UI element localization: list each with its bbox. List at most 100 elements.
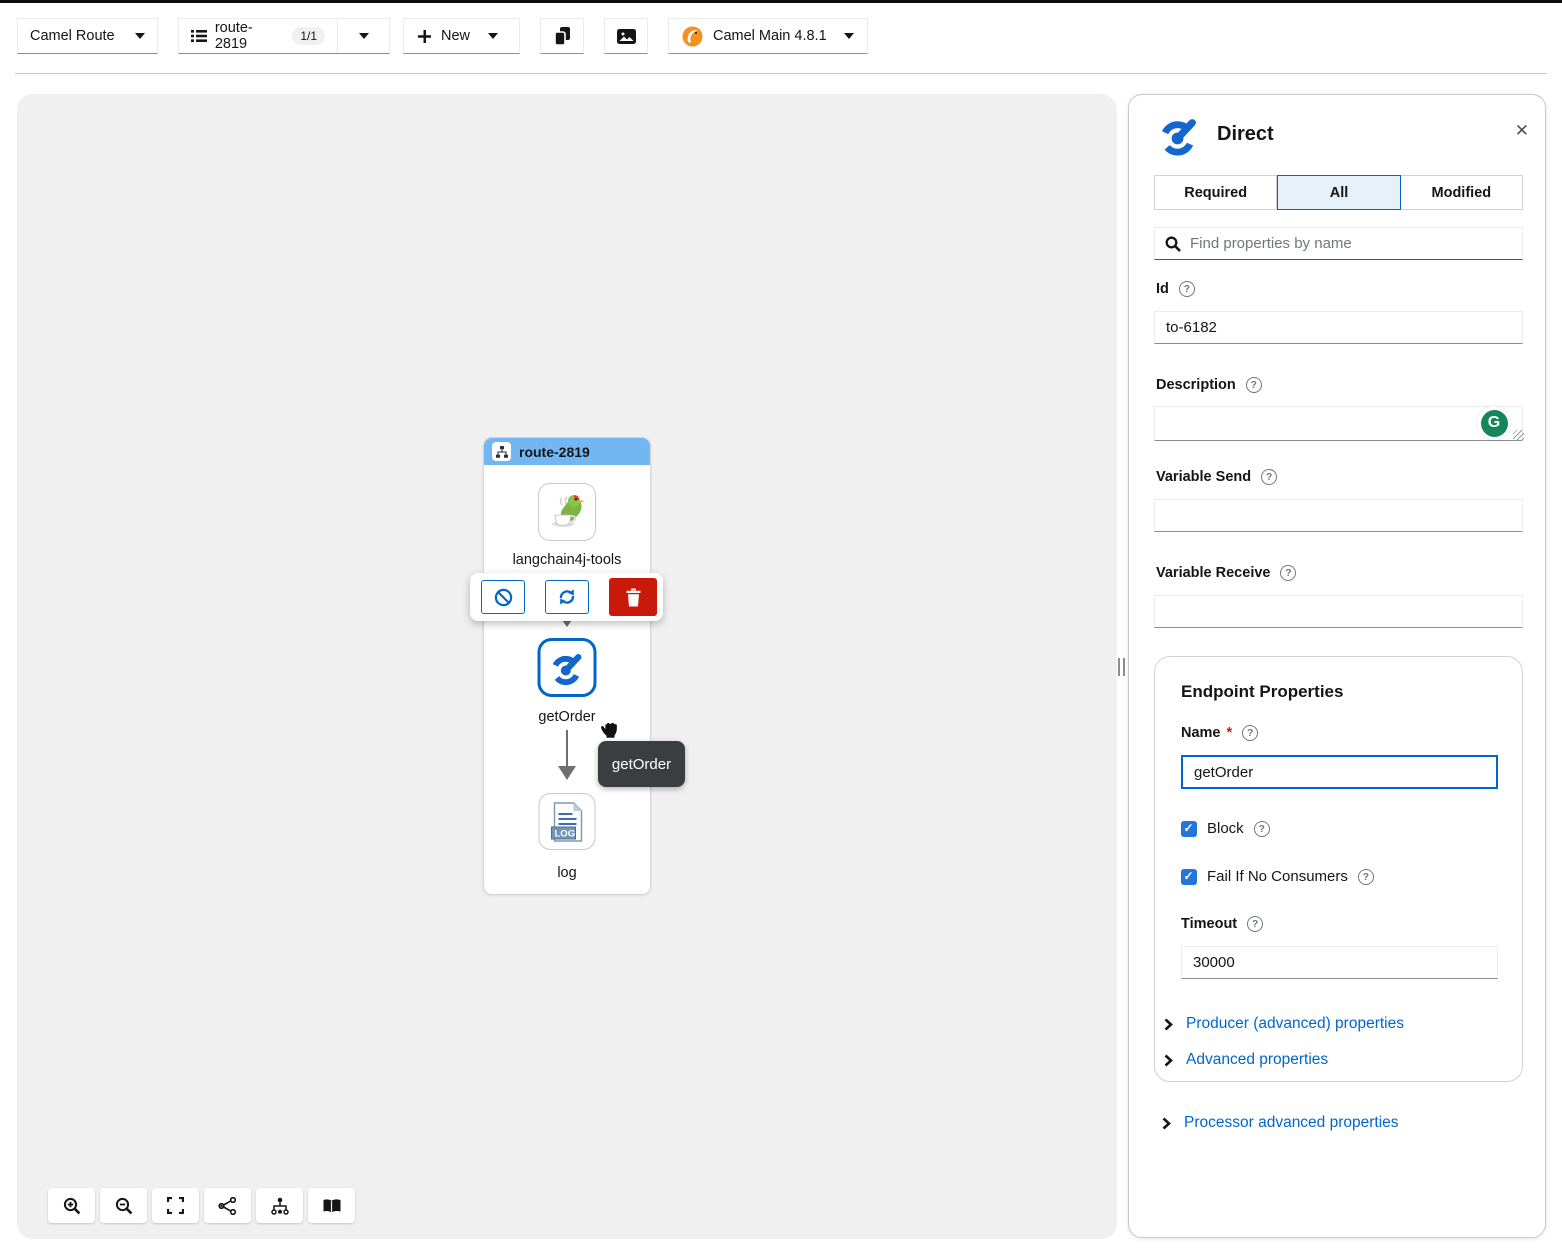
new-route-button[interactable]: New <box>403 18 520 54</box>
route-switcher-caret[interactable] <box>337 19 389 53</box>
log-icon-text: LOG <box>554 828 575 839</box>
route-canvas[interactable]: route-2819 langchain4j-tools <box>17 94 1117 1239</box>
variable-receive-label: Variable Receive ? <box>1156 565 1296 581</box>
zoom-out-button[interactable] <box>100 1188 147 1223</box>
help-icon[interactable]: ? <box>1247 916 1263 932</box>
id-input[interactable] <box>1154 311 1523 344</box>
route-group-title: route-2819 <box>519 444 590 460</box>
replace-step-button[interactable] <box>545 580 589 614</box>
node-log[interactable]: LOG <box>539 793 596 850</box>
sync-icon <box>557 588 577 606</box>
fit-to-screen-button[interactable] <box>152 1188 199 1223</box>
sitemap-icon <box>271 1197 289 1215</box>
node-getorder-label: getOrder <box>538 709 595 725</box>
node-langchain4j-tools-label: langchain4j-tools <box>513 552 622 568</box>
property-search[interactable] <box>1154 227 1523 260</box>
canvas-controls <box>48 1188 355 1223</box>
processor-advanced-link[interactable]: Processor advanced properties <box>1161 1114 1399 1132</box>
vertical-layout-button[interactable] <box>256 1188 303 1223</box>
panel-resize-handle[interactable] <box>1118 658 1127 676</box>
endpoint-properties-card: Endpoint Properties Name * ? Block ? Fai… <box>1154 656 1523 1082</box>
direct-endpoint-icon <box>1156 112 1203 159</box>
tab-modified[interactable]: Modified <box>1401 175 1523 210</box>
required-marker: * <box>1227 725 1233 741</box>
fail-if-no-consumers-checkbox[interactable] <box>1181 869 1197 885</box>
node-log-label: log <box>557 865 576 881</box>
node-getorder-direct[interactable] <box>538 638 597 697</box>
edge-line <box>566 730 568 766</box>
help-icon[interactable]: ? <box>1246 377 1262 393</box>
export-image-button[interactable] <box>604 18 648 54</box>
catalog-button[interactable] <box>308 1188 355 1223</box>
chevron-right-icon <box>1161 1117 1171 1130</box>
copy-icon <box>553 26 572 46</box>
main-toolbar: Camel Route route-2819 1/1 <box>0 3 1562 76</box>
fail-if-no-consumers-label: Fail If No Consumers <box>1207 868 1348 885</box>
tab-all[interactable]: All <box>1277 175 1400 210</box>
properties-panel: Direct ✕ Required All Modified Id ? Desc… <box>1128 94 1546 1238</box>
zoom-out-icon <box>115 1197 133 1215</box>
panel-title: Direct <box>1217 123 1274 146</box>
list-icon <box>191 29 207 43</box>
route-group-node[interactable]: route-2819 langchain4j-tools <box>483 437 651 895</box>
help-icon[interactable]: ? <box>1261 469 1277 485</box>
open-book-icon <box>322 1198 342 1214</box>
description-field-label: Description ? <box>1156 377 1262 393</box>
route-switcher-main[interactable]: route-2819 1/1 <box>179 20 337 52</box>
chevron-right-icon <box>1163 1018 1173 1031</box>
name-field-label: Name * ? <box>1181 725 1258 741</box>
plus-icon <box>418 30 431 43</box>
help-icon[interactable]: ? <box>1280 565 1296 581</box>
advanced-properties-link[interactable]: Advanced properties <box>1163 1051 1328 1069</box>
route-switcher-label: route-2819 <box>215 20 284 52</box>
share-nodes-icon <box>218 1197 237 1215</box>
endpoint-properties-title: Endpoint Properties <box>1181 682 1343 702</box>
name-input[interactable] <box>1181 755 1498 789</box>
block-checkbox-row: Block ? <box>1181 820 1270 837</box>
variable-send-label: Variable Send ? <box>1156 469 1277 485</box>
block-checkbox[interactable] <box>1181 821 1197 837</box>
help-icon[interactable]: ? <box>1179 281 1195 297</box>
help-icon[interactable]: ? <box>1254 821 1270 837</box>
node-tooltip: getOrder <box>598 741 685 787</box>
runtime-select-label: Camel Main 4.8.1 <box>713 28 827 44</box>
variable-receive-input[interactable] <box>1154 595 1523 628</box>
grammarly-icon[interactable]: G <box>1477 406 1511 440</box>
camel-logo-icon <box>682 26 703 47</box>
copy-source-button[interactable] <box>540 18 584 54</box>
kaoto-designer-page: Camel Route route-2819 1/1 <box>0 0 1562 1255</box>
close-icon[interactable]: ✕ <box>1515 121 1529 141</box>
edge-arrowhead-small <box>562 620 572 627</box>
chevron-down-icon <box>135 33 145 39</box>
variable-send-input[interactable] <box>1154 499 1523 532</box>
description-textarea[interactable] <box>1154 406 1523 441</box>
textarea-resize-grip[interactable] <box>1513 430 1524 441</box>
timeout-field-label: Timeout ? <box>1181 916 1263 932</box>
help-icon[interactable]: ? <box>1358 869 1374 885</box>
fail-checkbox-row: Fail If No Consumers ? <box>1181 868 1374 885</box>
direct-endpoint-icon <box>547 648 587 688</box>
node-tooltip-text: getOrder <box>612 756 671 773</box>
horizontal-layout-button[interactable] <box>204 1188 251 1223</box>
search-input[interactable] <box>1190 235 1512 252</box>
toolbar-divider <box>15 73 1547 74</box>
node-langchain4j-tools[interactable] <box>538 483 596 541</box>
route-switcher[interactable]: route-2819 1/1 <box>178 18 390 54</box>
new-route-label: New <box>441 28 470 44</box>
zoom-in-button[interactable] <box>48 1188 95 1223</box>
help-icon[interactable]: ? <box>1242 725 1258 741</box>
producer-advanced-link[interactable]: Producer (advanced) properties <box>1163 1015 1404 1033</box>
dsl-select[interactable]: Camel Route <box>17 18 158 54</box>
runtime-select[interactable]: Camel Main 4.8.1 <box>668 18 868 54</box>
disable-step-button[interactable] <box>481 580 525 614</box>
log-icon: LOG <box>547 801 587 843</box>
filter-tab-group: Required All Modified <box>1154 175 1523 210</box>
tab-required[interactable]: Required <box>1154 175 1277 210</box>
delete-step-button[interactable] <box>609 578 657 616</box>
route-group-header[interactable]: route-2819 <box>484 438 650 465</box>
ban-icon <box>494 588 513 607</box>
search-icon <box>1165 236 1181 252</box>
dsl-select-label: Camel Route <box>30 28 115 44</box>
timeout-input[interactable] <box>1181 946 1498 979</box>
langchain4j-tools-icon <box>546 491 588 533</box>
